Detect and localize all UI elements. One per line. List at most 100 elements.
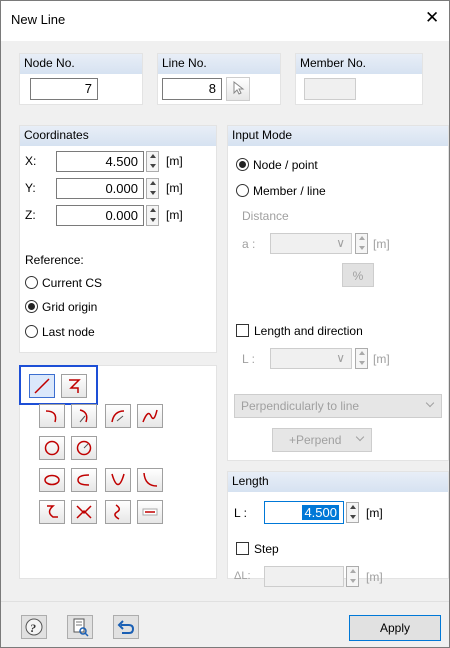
- member-no-field: [304, 78, 356, 100]
- polyline-button[interactable]: [29, 374, 55, 398]
- coordinates-group: Coordinates X: 4.500 [m] Y: 0.000 [m] Z:…: [19, 125, 217, 353]
- current-cs-label[interactable]: Current CS: [42, 276, 102, 290]
- help-icon: ?: [25, 618, 43, 636]
- nurbs-icon: [47, 505, 58, 518]
- delta-l-field: [264, 566, 344, 587]
- dialog-title: New Line: [11, 12, 66, 27]
- delta-l-unit: [m]: [366, 570, 383, 584]
- x-field[interactable]: 4.500: [56, 151, 144, 172]
- circle-center-button[interactable]: [71, 436, 97, 460]
- x-unit: [m]: [166, 154, 183, 168]
- curve-button[interactable]: [105, 500, 131, 524]
- step-checkbox[interactable]: [236, 542, 249, 555]
- l-label: L :: [242, 352, 255, 366]
- node-no-group: Node No. 7: [19, 53, 143, 105]
- length-spinner[interactable]: [346, 502, 359, 523]
- apply-button[interactable]: Apply: [349, 615, 441, 641]
- document-search-icon: [73, 618, 89, 637]
- length-direction-checkbox[interactable]: [236, 324, 249, 337]
- a-unit: [m]: [373, 237, 390, 251]
- member-line-label[interactable]: Member / line: [253, 184, 326, 198]
- node-point-label[interactable]: Node / point: [253, 158, 318, 172]
- offset-line-icon: [142, 508, 158, 516]
- line-type-group: [19, 365, 217, 579]
- line-no-field[interactable]: 8: [162, 78, 222, 100]
- arc-tangent-button[interactable]: [105, 404, 131, 428]
- select-line-button[interactable]: [226, 77, 250, 101]
- length-direction-label[interactable]: Length and direction: [254, 324, 363, 338]
- radio-last-node[interactable]: [25, 325, 38, 338]
- hyperbola-button[interactable]: [137, 468, 163, 492]
- l-spinner: [355, 348, 368, 369]
- arc-button[interactable]: [39, 404, 65, 428]
- offset-line-button[interactable]: [137, 500, 163, 524]
- circle-button[interactable]: [39, 436, 65, 460]
- z-label: Z:: [25, 208, 36, 222]
- a-label: a :: [242, 237, 256, 251]
- member-no-label: Member No.: [296, 54, 422, 74]
- elliptical-arc-button[interactable]: [71, 468, 97, 492]
- length-l-label: L :: [234, 506, 247, 520]
- parabola-button[interactable]: [105, 468, 131, 492]
- radio-member-line[interactable]: [236, 184, 249, 197]
- parabola-icon: [111, 473, 125, 486]
- cut-lines-icon: [76, 505, 92, 519]
- percent-button: %: [342, 263, 374, 287]
- y-spinner[interactable]: [146, 178, 159, 199]
- arc-tangent-icon: [111, 410, 125, 423]
- line-no-label: Line No.: [158, 54, 280, 74]
- info-button[interactable]: [67, 615, 93, 639]
- svg-text:?: ?: [30, 621, 36, 635]
- radio-node-point[interactable]: [236, 158, 249, 171]
- reference-label: Reference:: [25, 253, 84, 267]
- circle-center-icon: [76, 440, 92, 456]
- undo-icon: [117, 620, 135, 634]
- ellipse-icon: [44, 474, 60, 486]
- z-field[interactable]: 0.000: [56, 205, 144, 226]
- length-field[interactable]: 4.500: [264, 501, 344, 524]
- node-no-field[interactable]: 7: [30, 78, 98, 100]
- line-chain-button[interactable]: [61, 374, 87, 398]
- l-field: ∨: [270, 348, 352, 369]
- perpend-dropdown: +Perpend: [272, 428, 372, 452]
- ellipse-button[interactable]: [39, 468, 65, 492]
- step-label[interactable]: Step: [254, 542, 279, 556]
- cut-lines-button[interactable]: [71, 500, 97, 524]
- arc-center-icon: [79, 409, 88, 423]
- y-field[interactable]: 0.000: [56, 178, 144, 199]
- footer-divider: [1, 601, 449, 602]
- spline-icon: [142, 409, 158, 423]
- polyline-icon: [34, 378, 50, 394]
- elliptical-arc-icon: [77, 474, 90, 486]
- l-unit: [m]: [373, 352, 390, 366]
- length-value: 4.500: [302, 505, 339, 520]
- length-header: Length: [228, 472, 448, 492]
- input-mode-group: Input Mode Node / point Member / line Di…: [227, 125, 449, 461]
- x-spinner[interactable]: [146, 151, 159, 172]
- undo-button[interactable]: [113, 615, 139, 639]
- nurbs-button[interactable]: [39, 500, 65, 524]
- radio-current-cs[interactable]: [25, 276, 38, 289]
- help-button[interactable]: ?: [21, 615, 47, 639]
- z-spinner[interactable]: [146, 205, 159, 226]
- close-icon[interactable]: ✕: [425, 8, 439, 28]
- a-field: ∨: [270, 233, 352, 254]
- input-mode-header: Input Mode: [228, 126, 448, 146]
- spline-button[interactable]: [137, 404, 163, 428]
- coordinates-header: Coordinates: [20, 126, 216, 146]
- perpendicular-dropdown: Perpendicularly to line: [234, 394, 442, 418]
- grid-origin-label[interactable]: Grid origin: [42, 300, 97, 314]
- delta-l-label: ΔL:: [234, 570, 251, 582]
- pointer-icon: [233, 80, 245, 95]
- radio-grid-origin[interactable]: [25, 300, 38, 313]
- z-unit: [m]: [166, 208, 183, 222]
- perpendicular-value: Perpendicularly to line: [241, 399, 360, 413]
- title-bar: New Line ✕: [1, 1, 449, 41]
- x-label: X:: [25, 154, 37, 168]
- last-node-label[interactable]: Last node: [42, 325, 95, 339]
- line-chain-icon: [69, 379, 81, 393]
- line-no-group: Line No. 8: [157, 53, 281, 105]
- member-no-group: Member No.: [295, 53, 423, 105]
- arc-center-button[interactable]: [71, 404, 97, 428]
- hyperbola-icon: [143, 472, 158, 487]
